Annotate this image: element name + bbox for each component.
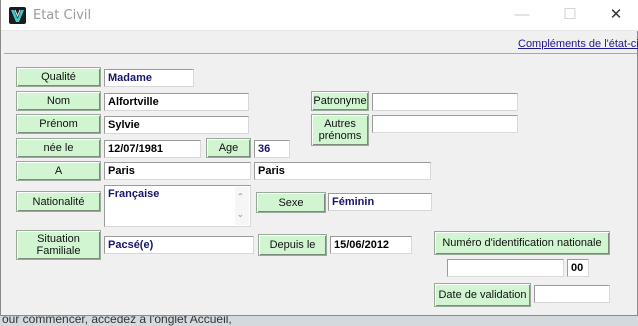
patronyme-label-button[interactable]: Patronyme (311, 91, 369, 111)
nationalite-value: Française (108, 188, 160, 200)
date-validation-field[interactable] (534, 285, 610, 303)
title-bar[interactable]: Etat Civil — ☐ ✕ (1, 0, 638, 31)
sexe-label-button[interactable]: Sexe (256, 192, 326, 213)
qualite-label-button[interactable]: Qualité (16, 67, 101, 87)
situation-familiale-field[interactable]: Pacsé(e) (104, 236, 254, 254)
date-validation-label-button[interactable]: Date de validation (434, 283, 531, 307)
age-field[interactable]: 36 (254, 140, 290, 158)
lieu-naissance-field[interactable]: Paris (104, 162, 251, 180)
etat-civil-window: Etat Civil — ☐ ✕ Compléments de l'état-c… (0, 0, 638, 316)
nee-le-field[interactable]: 12/07/1981 (104, 140, 201, 158)
background-document-strip: our commencer, accédez à l'onglet Accuei… (0, 316, 638, 326)
a-label-button[interactable]: A (16, 161, 101, 181)
nationalite-scrollbar[interactable]: ⌃ ⌄ (235, 187, 249, 225)
sexe-field[interactable]: Féminin (328, 193, 432, 211)
numero-identification-field[interactable] (447, 259, 564, 277)
autres-prenoms-field[interactable] (372, 115, 518, 133)
complements-link[interactable]: Compléments de l'état-civ (518, 38, 638, 50)
header-divider (4, 53, 637, 54)
depuis-le-label-button[interactable]: Depuis le (258, 234, 327, 256)
nom-field[interactable]: Alfortville (104, 93, 249, 111)
numero-identification-label-button[interactable]: Numéro d'identification nationale (434, 231, 610, 255)
autres-prenoms-label-button[interactable]: Autres prénoms (311, 114, 369, 146)
qualite-field[interactable]: Madame (104, 69, 194, 87)
age-label-button[interactable]: Age (206, 138, 251, 158)
nom-label-button[interactable]: Nom (16, 91, 101, 111)
prenom-field[interactable]: Sylvie (104, 116, 249, 134)
background-document-text: our commencer, accédez à l'onglet Accuei… (2, 316, 232, 326)
prenom-label-button[interactable]: Prénom (16, 114, 101, 134)
nationalite-label-button[interactable]: Nationalité (16, 191, 101, 212)
situation-familiale-label-button[interactable]: Situation Familiale (16, 230, 101, 260)
maximize-icon[interactable]: ☐ (547, 0, 593, 31)
lieu-naissance-secondary-field[interactable]: Paris (254, 162, 431, 180)
window-title: Etat Civil (33, 8, 92, 23)
app-icon (9, 7, 26, 24)
scroll-down-icon[interactable]: ⌄ (237, 207, 244, 223)
numero-identification-key-field[interactable]: 00 (567, 259, 589, 277)
minimize-icon[interactable]: — (499, 0, 545, 31)
nee-le-label-button[interactable]: née le (16, 138, 101, 158)
scroll-up-icon[interactable]: ⌃ (237, 189, 244, 205)
depuis-le-field[interactable]: 15/06/2012 (330, 236, 412, 254)
patronyme-field[interactable] (372, 93, 518, 111)
nationalite-field[interactable]: Française ⌃ ⌄ (104, 185, 251, 227)
close-icon[interactable]: ✕ (593, 0, 638, 31)
